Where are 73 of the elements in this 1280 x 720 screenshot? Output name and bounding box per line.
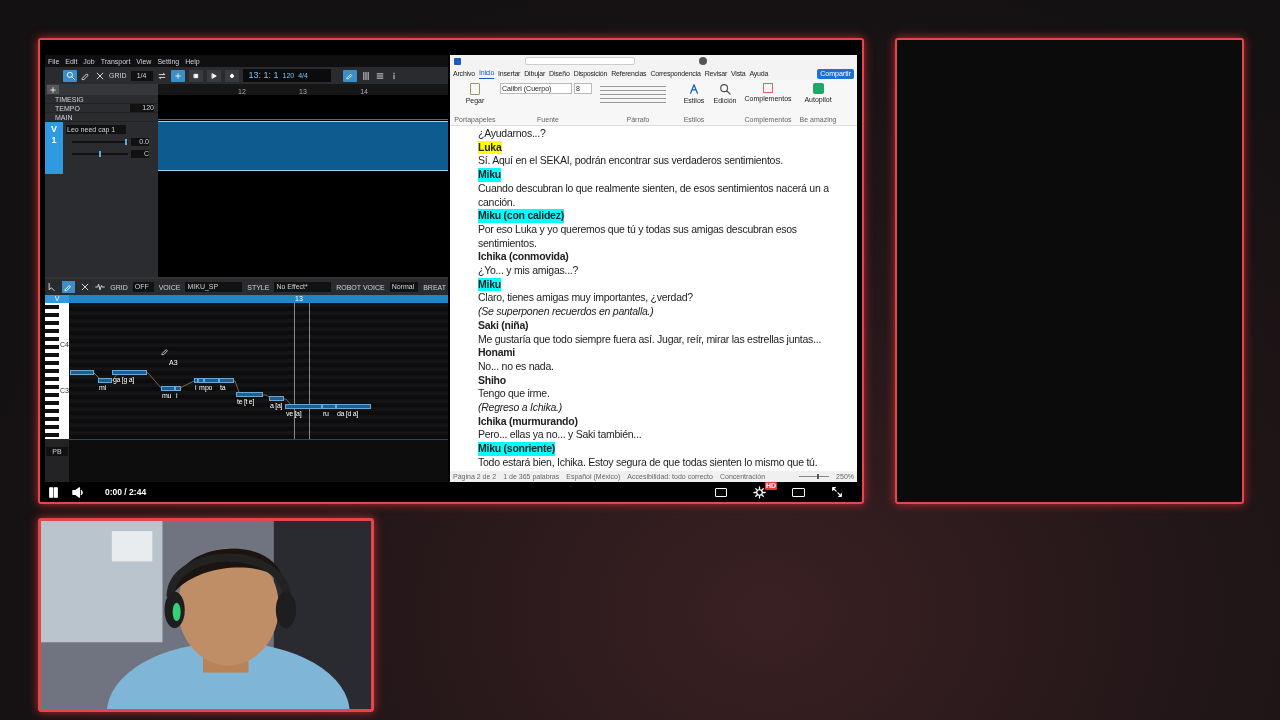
- track-letter: V: [51, 125, 57, 134]
- note-block[interactable]: [161, 386, 175, 391]
- speaker-name: Ichika (murmurando): [478, 414, 578, 429]
- play-icon: [209, 71, 218, 80]
- note-block[interactable]: [322, 404, 336, 409]
- dialogue-line: Tengo que irme.: [478, 387, 551, 402]
- note-block[interactable]: [236, 392, 263, 397]
- record-icon: [227, 71, 236, 80]
- note-block[interactable]: [219, 378, 234, 383]
- stage-direction: (Regreso a Ichika.): [478, 401, 563, 415]
- pencil-icon: [345, 71, 354, 80]
- speaker-name: Miku: [478, 277, 501, 292]
- pencil-tool-icon[interactable]: [81, 70, 91, 81]
- speaker-name: Miku: [478, 168, 501, 182]
- note-block[interactable]: [70, 370, 94, 375]
- avatar-icon[interactable]: [699, 57, 707, 65]
- loop-icon[interactable]: [156, 70, 167, 81]
- speaker-name: Honami: [478, 346, 515, 360]
- play-button[interactable]: [206, 69, 221, 82]
- dialogue-line: No... no es nada.: [478, 359, 555, 374]
- stop-button[interactable]: [188, 69, 203, 82]
- stage-direction: (Se superponen recuerdos en pantalla.): [478, 305, 655, 319]
- note-block[interactable]: [112, 370, 147, 375]
- settings-icon[interactable]: [753, 485, 766, 499]
- note-block[interactable]: [175, 386, 181, 391]
- pencil-icon: [64, 282, 74, 292]
- position-text: 13: 1: 1: [248, 71, 279, 80]
- stop-icon: [191, 71, 200, 80]
- list-icon[interactable]: [374, 70, 385, 81]
- search-field[interactable]: [525, 57, 635, 65]
- volume-icon[interactable]: [72, 485, 85, 499]
- speaker-name: Luka: [478, 140, 502, 155]
- dialogue-line: ¿Yo... y mis amigas...?: [478, 264, 580, 278]
- pause-icon[interactable]: [47, 485, 60, 499]
- note-block[interactable]: [269, 396, 284, 401]
- speaker-name: Shiho: [478, 373, 506, 388]
- video-player[interactable]: [38, 38, 864, 504]
- dialogue-line: Por eso Luka y yo queremos que tú y todas sus amigas descubran esos sentimientos.: [478, 222, 798, 251]
- speaker-name: Ichika (conmovida): [478, 250, 569, 265]
- clipboard-icon: [470, 83, 480, 95]
- note-block[interactable]: [336, 404, 371, 409]
- mixer-icon[interactable]: [360, 70, 371, 81]
- note-block[interactable]: [98, 378, 112, 383]
- note-block[interactable]: [285, 404, 322, 409]
- dialogue-line: Sí. Aquí en el SEKAI, podrán encontrar sus verdaderos sentimientos.: [478, 154, 784, 169]
- dialogue-line: Cuando descubran lo que realmente sienten, de esos sentimientos nacerá un a canción.: [478, 181, 830, 210]
- search-icon: [719, 83, 731, 95]
- speaker-name: Saki (niña): [478, 318, 529, 333]
- edit-button[interactable]: [342, 69, 357, 82]
- cursor-tool-icon[interactable]: [47, 282, 57, 292]
- search-icon: [65, 71, 75, 80]
- dialogue-line: Pero... ellas ya no... y Saki también...: [478, 428, 643, 443]
- dialogue-line: Claro, tienes amigas muy importantes, ¿verdad?: [478, 291, 694, 306]
- track-number: 1: [51, 136, 57, 145]
- pencil-tool-button[interactable]: [62, 281, 76, 293]
- fullscreen-icon[interactable]: [831, 486, 843, 498]
- styles-icon: [688, 83, 700, 95]
- dialogue-line: Me gustaría que todo siempre fuera así. Jugar, reír, mirar las estrellas juntas...: [478, 332, 823, 347]
- pencil-cursor-icon: [161, 347, 170, 356]
- word-logo-icon: [454, 57, 461, 65]
- scissors-tool-icon[interactable]: [80, 282, 91, 292]
- zoom-tool-button[interactable]: [63, 69, 77, 82]
- follow-button[interactable]: [170, 69, 185, 82]
- time-display: 0:00 / 2:44: [105, 487, 147, 497]
- scissors-tool-icon[interactable]: [95, 70, 105, 81]
- record-button[interactable]: [224, 69, 239, 82]
- waveform-tool-icon[interactable]: [95, 282, 106, 292]
- speaker-name: Miku (con calidez): [478, 209, 564, 223]
- plus-icon: [49, 85, 57, 94]
- speaker-name: Miku (sonriente): [478, 442, 556, 456]
- dialogue-line: Todo estará bien, Ichika. Estoy segura de que todas sienten lo mismo que tú.: [478, 455, 819, 470]
- dialogue-line: ¿Ayudarnos...?: [478, 127, 547, 141]
- note-block[interactable]: [204, 378, 219, 383]
